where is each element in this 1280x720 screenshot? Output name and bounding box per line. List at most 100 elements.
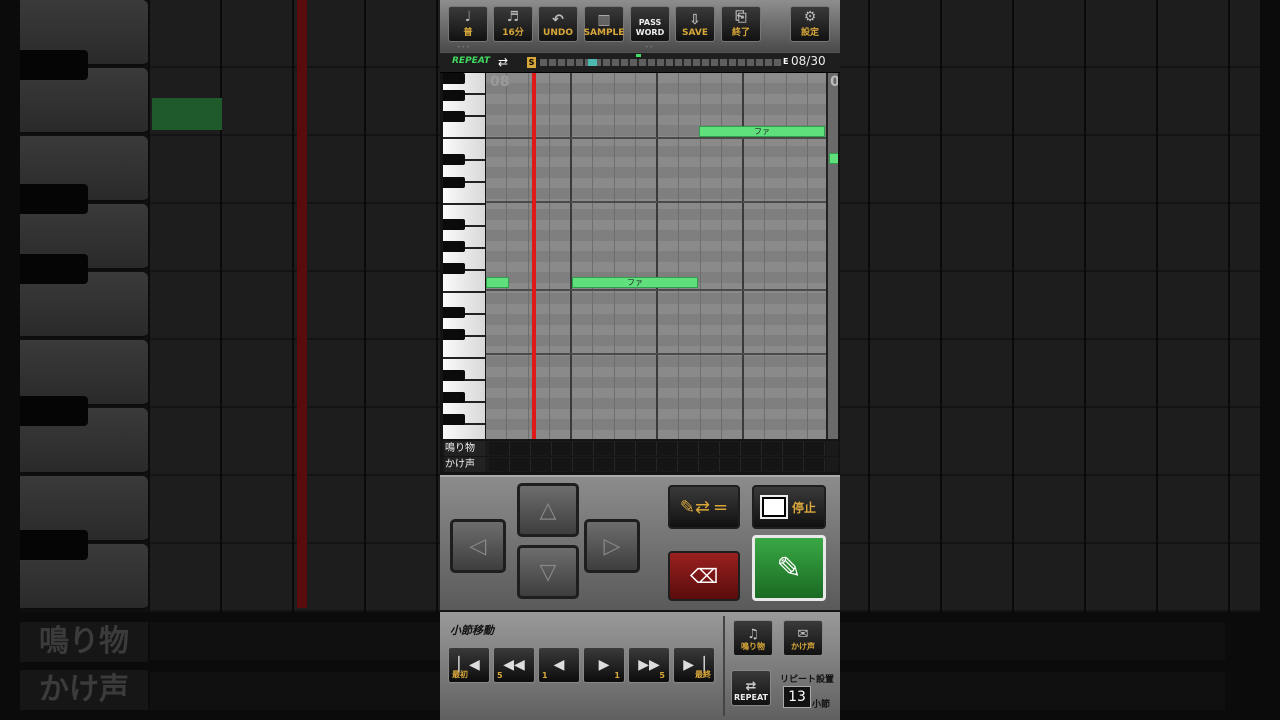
narimono-button[interactable]: ♫ 鳴り物	[733, 620, 773, 656]
note[interactable]: ファ	[699, 126, 825, 137]
note[interactable]: ファ	[572, 277, 698, 288]
password-button[interactable]: PASS WORD	[630, 6, 670, 42]
save-icon: ⇩	[689, 12, 701, 28]
piano-roll[interactable]: 08 0 ファ ファ	[443, 73, 838, 439]
rewind-icon: ◀◀	[503, 657, 525, 673]
repeat-icon[interactable]: ⇄	[498, 55, 508, 69]
forward-1-button[interactable]: ▶ 1	[583, 647, 625, 683]
exit-button[interactable]: ⎘ 終了	[721, 6, 761, 42]
note[interactable]	[829, 153, 838, 164]
edit-controls: ◁ △ ▽ ▷ ✎⇄ = 停止 ⌫ ✎	[440, 475, 840, 610]
kakegoe-lane[interactable]: かけ声	[443, 457, 838, 472]
button-label: SAMPLE	[583, 28, 625, 38]
background-piano-keys	[20, 0, 148, 612]
black-key[interactable]	[443, 414, 465, 425]
button-label: 終了	[731, 28, 750, 38]
next-measure-edge	[826, 73, 838, 439]
repeat-unit-label: 小節	[812, 700, 831, 710]
narimono-lane[interactable]: 鳴り物	[443, 441, 838, 456]
black-key[interactable]	[443, 241, 465, 252]
first-measure-button[interactable]: ▏◀ 最初	[448, 647, 490, 683]
lane-grid[interactable]	[489, 442, 826, 455]
octave-line	[486, 201, 826, 203]
percussion-lanes: 鳴り物 かけ声	[443, 441, 838, 473]
eraser-icon: ⌫	[689, 564, 719, 588]
black-key[interactable]	[443, 219, 465, 230]
octave-line	[486, 353, 826, 355]
octave-line	[486, 137, 826, 139]
narimono-label: 鳴り物	[445, 441, 485, 456]
repeat-setting-label: リピート設置	[780, 675, 835, 685]
back-1-button[interactable]: ◀ 1	[538, 647, 580, 683]
white-key[interactable]	[443, 337, 485, 359]
button-label: 普	[463, 28, 473, 38]
black-key[interactable]	[443, 111, 465, 122]
pencil-icon: ✎	[776, 550, 802, 586]
repeat-measure-value[interactable]: 13	[783, 686, 811, 708]
next-measure-number: 0	[830, 74, 838, 90]
repeat-bar: REPEAT ⇄ S E 08/30	[440, 52, 840, 73]
start-marker[interactable]: S	[527, 57, 536, 68]
normal-mode-button[interactable]: ♩ 普	[448, 6, 488, 42]
background-playhead	[297, 0, 307, 608]
app-panel: ♩ 普 ♬ 16分 ↶ UNDO ▥ SAMPLE PASS WORD ⇩ SAVE ⎘ 終…	[440, 0, 840, 720]
pencil-button[interactable]: ✎	[752, 535, 826, 601]
save-button[interactable]: ⇩ SAVE	[675, 6, 715, 42]
left-arrow-button[interactable]: ◁	[450, 519, 506, 573]
piano-keyboard[interactable]	[443, 73, 485, 439]
sample-button[interactable]: ▥ SAMPLE	[584, 6, 624, 42]
undo-icon: ↶	[552, 12, 564, 28]
forward-5-button[interactable]: ▶▶ 5	[628, 647, 670, 683]
playhead	[532, 73, 536, 439]
chevron-right-icon: ▷	[603, 533, 621, 559]
white-key[interactable]	[443, 425, 485, 439]
white-key[interactable]	[443, 271, 485, 293]
stop-label: 停止	[791, 500, 816, 515]
background-black-key	[20, 396, 88, 426]
drum-icon: ♫	[747, 627, 759, 642]
page-indicator: ••	[645, 44, 655, 51]
black-key[interactable]	[443, 392, 465, 403]
undo-button[interactable]: ↶ UNDO	[538, 6, 578, 42]
end-marker[interactable]: E	[783, 57, 788, 66]
black-key[interactable]	[443, 307, 465, 318]
back-5-button[interactable]: ◀◀ 5	[493, 647, 535, 683]
prev-icon: ◀	[553, 657, 565, 673]
right-arrow-button[interactable]: ▷	[584, 519, 640, 573]
repeat-button[interactable]: ⇄ REPEAT	[731, 670, 771, 706]
stop-button[interactable]: 停止	[752, 485, 826, 529]
black-key[interactable]	[443, 177, 465, 188]
note[interactable]	[486, 277, 509, 288]
background-black-key	[20, 254, 88, 284]
gear-icon: ⚙	[803, 9, 817, 25]
up-arrow-button[interactable]: △	[517, 483, 579, 537]
repeat-label: REPEAT	[452, 56, 491, 66]
button-label: PASS WORD	[635, 18, 665, 37]
black-key[interactable]	[443, 329, 465, 340]
black-key[interactable]	[443, 73, 465, 84]
eraser-button[interactable]: ⌫	[668, 551, 740, 601]
black-key[interactable]	[443, 90, 465, 101]
settings-button[interactable]: ⚙ 設定	[790, 6, 830, 42]
sixteenth-note-button[interactable]: ♬ 16分	[493, 6, 533, 42]
next-icon: ▶	[598, 657, 610, 673]
black-key[interactable]	[443, 154, 465, 165]
song-progress-bar[interactable]	[540, 59, 782, 66]
chevron-down-icon: ▽	[539, 559, 557, 585]
black-key[interactable]	[443, 370, 465, 381]
black-key[interactable]	[443, 263, 465, 274]
top-toolbar: ♩ 普 ♬ 16分 ↶ UNDO ▥ SAMPLE PASS WORD ⇩ SAVE ⎘ 終…	[440, 0, 840, 52]
lane-grid[interactable]	[489, 458, 826, 471]
swap-note-button[interactable]: ✎⇄ =	[668, 485, 740, 529]
button-label: 設定	[800, 28, 819, 38]
current-position-marker	[636, 54, 641, 57]
last-measure-button[interactable]: ▶▕ 最終	[673, 647, 715, 683]
button-label: 最初	[452, 670, 468, 679]
down-arrow-button[interactable]: ▽	[517, 545, 579, 599]
kakegoe-button[interactable]: ✉ かけ声	[783, 620, 823, 656]
measure-counter: 08/30	[791, 54, 826, 68]
measure-navigation: 小節移動 ▏◀ 最初 ◀◀ 5 ◀ 1 ▶ 1 ▶▶ 5 ▶▕ 最終 ♫ 鳴り物 ✉ かけ声 ⇄…	[440, 612, 840, 720]
fast-forward-icon: ▶▶	[638, 657, 660, 673]
background-narimono-label: 鳴り物	[20, 622, 148, 662]
exit-icon: ⎘	[735, 9, 747, 25]
